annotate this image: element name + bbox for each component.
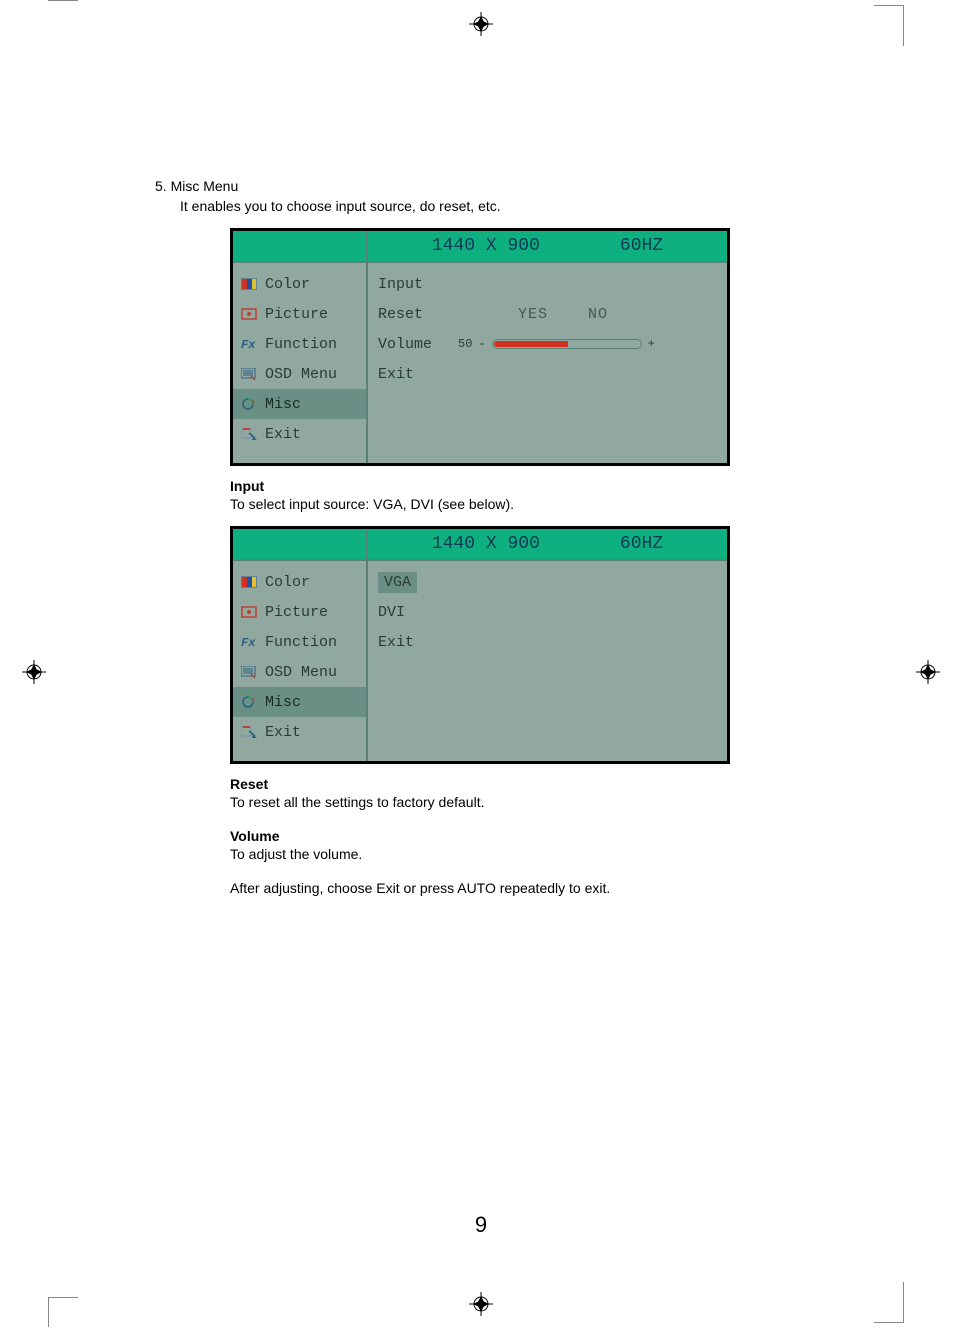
picture-icon	[241, 605, 257, 619]
page-number: 9	[475, 1212, 487, 1238]
misc-row-exit[interactable]: Exit	[378, 359, 717, 389]
section-desc: It enables you to choose input source, d…	[180, 198, 812, 214]
osdmenu-icon	[241, 367, 257, 381]
menu-item-label: OSD Menu	[265, 664, 337, 681]
menu-item-picture[interactable]: Picture	[233, 597, 366, 627]
exit-icon	[241, 725, 257, 739]
input-desc: To select input source: VGA, DVI (see be…	[230, 496, 812, 512]
volume-slider[interactable]	[492, 339, 642, 349]
menu-item-osdmenu[interactable]: OSD Menu	[233, 657, 366, 687]
volume-desc: To adjust the volume.	[230, 846, 812, 862]
menu-item-exit[interactable]: Exit	[233, 717, 366, 747]
menu-item-label: Function	[265, 634, 337, 651]
menu-item-label: Misc	[265, 694, 301, 711]
misc-icon	[241, 695, 257, 709]
osd-input-menu: 1440 X 900 60HZ Color Picture Fx Functio…	[230, 526, 730, 764]
reset-heading: Reset	[230, 776, 812, 792]
menu-item-label: Picture	[265, 306, 328, 323]
menu-item-label: Exit	[265, 426, 301, 443]
menu-item-label: Color	[265, 276, 310, 293]
osd-resolution: 1440 X 900	[432, 534, 540, 554]
registration-mark-icon	[916, 660, 940, 684]
menu-item-function[interactable]: Fx Function	[233, 627, 366, 657]
reset-no[interactable]: NO	[588, 306, 608, 323]
menu-item-picture[interactable]: Picture	[233, 299, 366, 329]
input-heading: Input	[230, 478, 812, 494]
registration-mark-icon	[22, 660, 46, 684]
footer-note: After adjusting, choose Exit or press AU…	[230, 880, 812, 896]
function-icon: Fx	[241, 337, 257, 351]
volume-plus[interactable]: +	[648, 337, 655, 351]
volume-heading: Volume	[230, 828, 812, 844]
svg-text:Fx: Fx	[241, 338, 256, 351]
menu-item-exit[interactable]: Exit	[233, 419, 366, 449]
osdmenu-icon	[241, 665, 257, 679]
menu-item-label: Color	[265, 574, 310, 591]
menu-item-label: Function	[265, 336, 337, 353]
reset-desc: To reset all the settings to factory def…	[230, 794, 812, 810]
menu-item-function[interactable]: Fx Function	[233, 329, 366, 359]
menu-item-label: Exit	[265, 724, 301, 741]
registration-mark-icon	[469, 12, 493, 36]
input-row-dvi[interactable]: DVI	[378, 597, 717, 627]
color-icon	[241, 277, 257, 291]
osd-resolution: 1440 X 900	[432, 236, 540, 256]
color-icon	[241, 575, 257, 589]
input-row-exit[interactable]: Exit	[378, 627, 717, 657]
menu-item-color[interactable]: Color	[233, 269, 366, 299]
input-row-vga[interactable]: VGA	[378, 567, 717, 597]
menu-item-label: OSD Menu	[265, 366, 337, 383]
misc-row-volume[interactable]: Volume 50 - +	[378, 329, 717, 359]
function-icon: Fx	[241, 635, 257, 649]
reset-yes[interactable]: YES	[518, 306, 548, 323]
section-title: 5. Misc Menu	[155, 178, 812, 194]
misc-row-reset[interactable]: Reset YES NO	[378, 299, 717, 329]
volume-minus[interactable]: -	[478, 337, 485, 351]
registration-mark-icon	[469, 1292, 493, 1316]
menu-item-misc[interactable]: Misc	[233, 389, 366, 419]
menu-item-misc[interactable]: Misc	[233, 687, 366, 717]
misc-row-input[interactable]: Input	[378, 269, 717, 299]
misc-icon	[241, 397, 257, 411]
svg-text:Fx: Fx	[241, 636, 256, 649]
menu-item-color[interactable]: Color	[233, 567, 366, 597]
picture-icon	[241, 307, 257, 321]
osd-refresh: 60HZ	[620, 236, 663, 256]
osd-misc-menu: 1440 X 900 60HZ Color Picture Fx Functio…	[230, 228, 730, 466]
osd-refresh: 60HZ	[620, 534, 663, 554]
volume-value: 50	[458, 337, 472, 351]
menu-item-osdmenu[interactable]: OSD Menu	[233, 359, 366, 389]
menu-item-label: Picture	[265, 604, 328, 621]
menu-item-label: Misc	[265, 396, 301, 413]
exit-icon	[241, 427, 257, 441]
